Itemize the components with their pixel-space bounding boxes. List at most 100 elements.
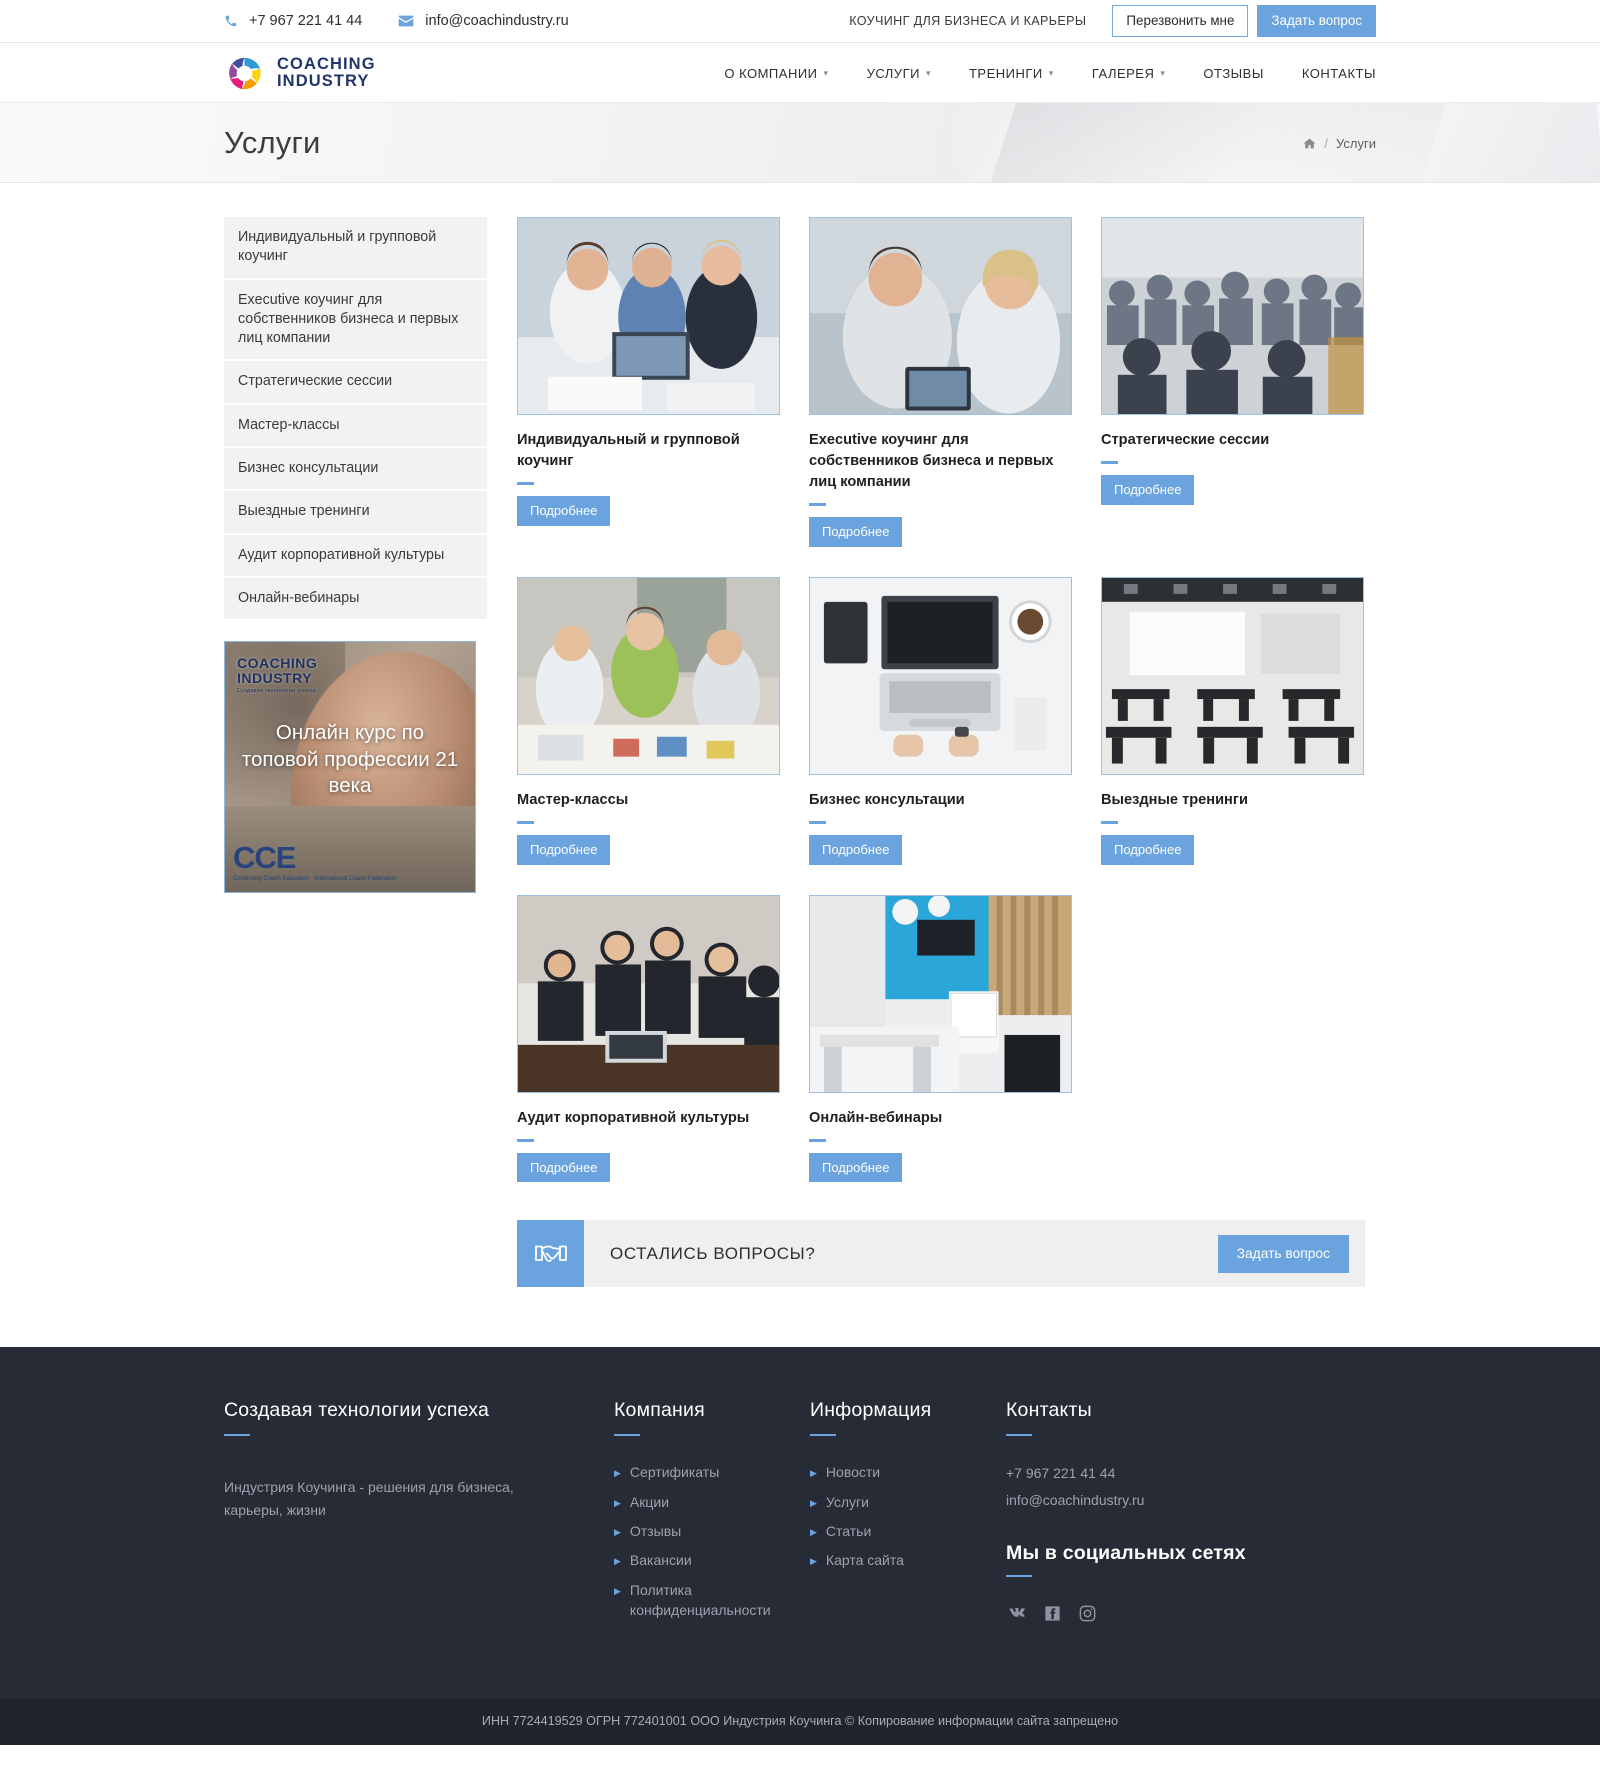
service-card-image[interactable] (517, 894, 780, 1093)
footer-link-articles[interactable]: ▶ Статьи (810, 1521, 1006, 1541)
nav-label-about: О КОМПАНИИ (724, 65, 818, 81)
promo-cce-badge: CCE Continuing Coach Education · Interna… (233, 840, 397, 882)
footer-link-services[interactable]: ▶ Услуги (810, 1492, 1006, 1512)
service-card: Онлайн-вебинары Подробнее (809, 894, 1072, 1183)
service-card: Индивидуальный и групповой коучинг Подро… (517, 217, 780, 547)
promo-banner[interactable]: COACHING INDUSTRY Создавая технологии ус… (224, 641, 476, 894)
cta-ask-question-button[interactable]: Задать вопрос (1217, 1234, 1349, 1273)
topbar-phone[interactable]: +7 967 221 41 44 (224, 13, 362, 29)
service-card-image[interactable] (517, 577, 780, 776)
service-card-image[interactable] (809, 894, 1072, 1093)
coaching-industry-logo-icon (224, 53, 265, 94)
title-divider (809, 821, 826, 825)
home-icon[interactable] (1303, 137, 1316, 150)
footer-link-label: Статьи (825, 1523, 872, 1540)
arrow-right-icon: ▶ (614, 1556, 621, 1567)
service-card-image[interactable] (1101, 577, 1364, 776)
service-more-button[interactable]: Подробнее (809, 835, 903, 865)
service-card-image[interactable] (517, 217, 780, 415)
nav-item-gallery[interactable]: ГАЛЕРЕЯ ▾ (1092, 66, 1166, 81)
service-card-title: Онлайн-вебинары (809, 1109, 943, 1126)
chevron-down-icon: ▾ (823, 67, 829, 78)
footer-link-privacy-policy[interactable]: ▶ Политика конфиденциальности (614, 1580, 810, 1621)
footer-link-label: Акции (629, 1493, 670, 1510)
service-card-image[interactable] (809, 217, 1072, 415)
service-more-button[interactable]: Подробнее (517, 1152, 611, 1183)
topbar-email-text: info@coachindustry.ru (425, 13, 569, 29)
footer-phone[interactable]: +7 967 221 41 44 (1006, 1462, 1306, 1485)
logo-line-1: COACHING (277, 55, 376, 74)
footer-heading-divider (224, 1434, 250, 1437)
topbar-email[interactable]: info@coachindustry.ru (398, 13, 569, 29)
photo-modern-blue-office (810, 895, 1071, 1092)
footer-link-label: Новости (825, 1464, 881, 1481)
service-more-button[interactable]: Подробнее (1101, 475, 1195, 505)
footer-heading-divider (1006, 1434, 1032, 1437)
service-card-image[interactable] (809, 577, 1072, 776)
sidebar-item-online-webinars[interactable]: Онлайн-вебинары (224, 577, 487, 622)
arrow-right-icon: ▶ (614, 1527, 621, 1538)
title-divider (1101, 461, 1118, 465)
footer-email[interactable]: info@coachindustry.ru (1006, 1489, 1306, 1512)
footer-contacts-column: Контакты +7 967 221 41 44 info@coachindu… (1006, 1399, 1306, 1629)
nav-item-contacts[interactable]: КОНТАКТЫ (1302, 66, 1376, 81)
sidebar-item-executive-coaching[interactable]: Executive коучинг для собственников бизн… (224, 279, 487, 362)
footer-link-sitemap[interactable]: ▶ Карта сайта (810, 1550, 1006, 1570)
footer-link-label: Вакансии (629, 1552, 692, 1569)
sidebar-item-culture-audit[interactable]: Аудит корпоративной культуры (224, 534, 487, 578)
promo-title: Онлайн курс по топовой профессии 21 века (241, 721, 459, 797)
photo-three-colleagues-at-laptop (518, 218, 779, 414)
sidebar-item-offsite-trainings[interactable]: Выездные тренинги (224, 491, 487, 535)
logo-line-2: INDUSTRY (277, 72, 370, 90)
main-navigation: О КОМПАНИИ ▾ УСЛУГИ ▾ ТРЕНИНГИ ▾ ГАЛЕРЕЯ… (686, 66, 1376, 81)
footer-about-heading: Создавая технологии успеха (224, 1399, 490, 1422)
service-more-button[interactable]: Подробнее (517, 835, 611, 865)
cta-banner: ОСТАЛИСЬ ВОПРОСЫ? Задать вопрос (517, 1220, 1365, 1288)
nav-item-reviews[interactable]: ОТЗЫВЫ (1203, 66, 1263, 81)
sidebar: Индивидуальный и групповой коучинг Execu… (224, 217, 487, 894)
site-header: COACHING INDUSTRY О КОМПАНИИ ▾ УСЛУГИ ▾ … (0, 43, 1600, 103)
footer-heading-divider (614, 1434, 640, 1437)
footer-link-promotions[interactable]: ▶ Акции (614, 1492, 810, 1512)
nav-item-services[interactable]: УСЛУГИ ▾ (867, 66, 931, 81)
vk-icon[interactable] (1006, 1603, 1027, 1624)
promo-logo-tagline: Создавая технологии успеха (237, 688, 316, 695)
services-content: Индивидуальный и групповой коучинг Подро… (517, 217, 1376, 1288)
nav-label-reviews: ОТЗЫВЫ (1203, 65, 1264, 81)
chevron-down-icon: ▾ (1160, 67, 1166, 78)
footer-about-description: Индустрия Коучинга - решения для бизнеса… (224, 1479, 514, 1519)
footer-heading-divider (1006, 1574, 1032, 1577)
arrow-right-icon: ▶ (810, 1556, 817, 1567)
footer-link-news[interactable]: ▶ Новости (810, 1462, 1006, 1482)
instagram-icon[interactable] (1078, 1604, 1097, 1623)
service-more-button[interactable]: Подробнее (809, 1152, 903, 1183)
arrow-right-icon: ▶ (614, 1497, 621, 1508)
facebook-icon[interactable] (1043, 1604, 1062, 1623)
sidebar-item-strategic-sessions[interactable]: Стратегические сессии (224, 361, 487, 405)
service-more-button[interactable]: Подробнее (809, 517, 903, 548)
service-more-button[interactable]: Подробнее (517, 496, 611, 526)
nav-item-about[interactable]: О КОМПАНИИ ▾ (724, 66, 828, 81)
handshake-icon (517, 1220, 584, 1288)
topbar-slogan: КОУЧИНГ ДЛЯ БИЗНЕСА И КАРЬЕРЫ (849, 14, 1087, 28)
ask-question-button-top[interactable]: Задать вопрос (1257, 5, 1376, 37)
footer-link-reviews[interactable]: ▶ Отзывы (614, 1521, 810, 1541)
nav-label-services: УСЛУГИ (866, 65, 920, 81)
sidebar-item-individual-coaching[interactable]: Индивидуальный и групповой коучинг (224, 217, 487, 280)
page-body: Индивидуальный и групповой коучинг Execu… (224, 183, 1376, 1347)
footer-link-certificates[interactable]: ▶ Сертификаты (614, 1462, 810, 1482)
promo-cce-text: CCE (233, 840, 296, 876)
breadcrumb: / Услуги (1303, 136, 1376, 151)
nav-item-trainings[interactable]: ТРЕНИНГИ ▾ (969, 66, 1054, 81)
footer-contacts-heading: Контакты (1006, 1399, 1092, 1422)
sidebar-item-master-classes[interactable]: Мастер-классы (224, 404, 487, 449)
promo-logo: COACHING INDUSTRY Создавая технологии ус… (237, 656, 317, 695)
service-more-button[interactable]: Подробнее (1101, 835, 1195, 865)
logo-link[interactable]: COACHING INDUSTRY (224, 53, 376, 94)
service-card-image[interactable] (1101, 217, 1364, 415)
callback-button[interactable]: Перезвонить мне (1112, 5, 1249, 37)
footer-link-vacancies[interactable]: ▶ Вакансии (614, 1550, 810, 1570)
photo-man-and-woman-with-tablet (810, 218, 1071, 414)
sidebar-item-business-consulting[interactable]: Бизнес консультации (224, 448, 487, 492)
service-card-title: Выездные тренинги (1101, 792, 1248, 809)
